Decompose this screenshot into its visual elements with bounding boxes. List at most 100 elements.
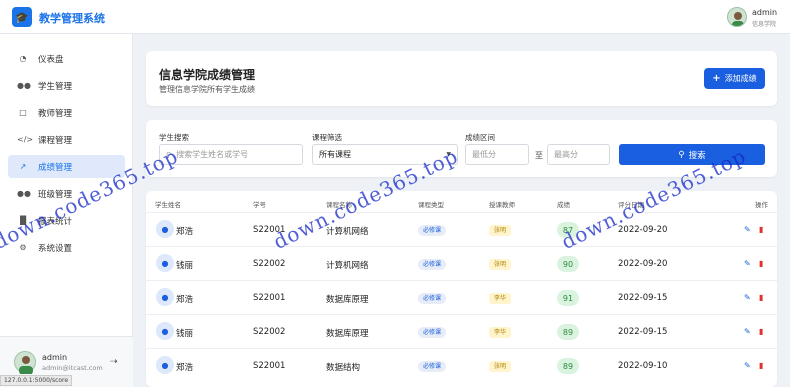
footer-user-name: admin	[42, 353, 68, 362]
course-name: 数据库原理	[326, 295, 369, 305]
course-type-badge: 必修课	[418, 361, 447, 372]
trash-icon[interactable]: ▮	[759, 293, 763, 302]
edit-icon[interactable]: ✎	[744, 259, 751, 268]
table-row: ● 郑浩 S22001 数据结构 必修课 张明 89 2022-09-10 ✎ …	[146, 348, 777, 382]
score-badge: 91	[557, 290, 579, 306]
score-badge: 90	[557, 256, 579, 272]
search-button-label: 搜索	[688, 150, 706, 161]
teacher-badge: 张明	[489, 259, 512, 270]
course-select-value: 所有课程	[319, 150, 351, 159]
student-id: S22002	[253, 327, 286, 337]
edit-icon[interactable]: ✎	[744, 293, 751, 302]
sidebar-item-dashboard[interactable]: ◔ 仪表盘	[8, 47, 125, 70]
column-header: 操作	[755, 201, 768, 209]
max-score-placeholder: 最高分	[554, 150, 578, 159]
column-header: 课程类型	[418, 201, 444, 209]
add-score-button[interactable]: + 添加成绩	[704, 68, 765, 89]
sidebar-item-label: 学生管理	[38, 81, 73, 92]
sidebar-item-label: 教师管理	[38, 108, 73, 119]
column-header: 学号	[253, 201, 266, 209]
chart-line-icon: ↗	[19, 162, 27, 171]
range-label: 成绩区间	[465, 133, 495, 142]
student-name: 郑浩	[176, 295, 194, 305]
page-title: 信息学院成绩管理	[159, 68, 256, 82]
sidebar-item-label: 仪表盘	[38, 54, 64, 65]
top-bar: 🎓 教学管理系统 admin 信息学院	[0, 0, 790, 34]
student-icon: ●	[156, 220, 174, 238]
score-date: 2022-09-15	[618, 293, 668, 303]
student-id: S22001	[253, 361, 286, 371]
student-name: 钱丽	[176, 329, 194, 339]
max-score-input[interactable]: 最高分	[547, 144, 610, 165]
student-name: 郑浩	[176, 363, 194, 373]
trash-icon[interactable]: ▮	[759, 259, 763, 268]
teacher-badge: 李华	[489, 327, 512, 338]
table-row: ● 钱丽 S22002 数据库原理 必修课 李华 89 2022-09-15 ✎…	[146, 314, 777, 348]
sidebar-item-label: 系统设置	[38, 243, 73, 254]
search-label: 学生搜索	[159, 133, 189, 142]
user-department: 信息学院	[752, 21, 777, 28]
trash-icon[interactable]: ▮	[759, 327, 763, 336]
student-id: S22001	[253, 293, 286, 303]
search-placeholder: 搜索学生姓名或学号	[176, 150, 249, 159]
score-date: 2022-09-20	[618, 225, 668, 235]
student-icon: ●	[156, 322, 174, 340]
edit-icon[interactable]: ✎	[744, 361, 751, 370]
avatar	[14, 351, 36, 375]
page-header-card: 信息学院成绩管理 管理信息学院所有学生成绩 + 添加成绩	[146, 51, 777, 106]
score-badge: 89	[557, 324, 579, 340]
add-score-label: 添加成绩	[724, 74, 757, 83]
status-bar-url: 127.0.0.1:5000/score	[0, 375, 73, 386]
edit-icon[interactable]: ✎	[744, 225, 751, 234]
column-header: 学生姓名	[155, 201, 181, 209]
user-name: admin	[752, 8, 778, 17]
score-date: 2022-09-20	[618, 259, 668, 269]
graduation-cap-icon: 🎓	[12, 7, 32, 27]
code-icon: </>	[17, 135, 34, 144]
page-subtitle: 管理信息学院所有学生成绩	[159, 85, 255, 94]
student-name: 钱丽	[176, 261, 194, 271]
min-score-placeholder: 最低分	[472, 150, 496, 159]
table-row: ● 郑浩 S22001 计算机网络 必修课 张明 87 2022-09-20 ✎…	[146, 212, 777, 246]
score-badge: 89	[557, 358, 579, 374]
search-icon: ⚲	[678, 149, 685, 160]
student-icon: ●	[156, 254, 174, 272]
course-type-badge: 必修课	[418, 327, 447, 338]
filter-card: 学生搜索 ⚲ 搜索学生姓名或学号 课程筛选 所有课程 ▼ 成绩区间 最低分 至 …	[146, 120, 777, 177]
teacher-icon: □	[19, 108, 27, 117]
range-separator: 至	[535, 151, 543, 160]
sidebar-item-students[interactable]: ●● 学生管理	[8, 74, 125, 97]
student-icon: ●	[156, 356, 174, 374]
score-date: 2022-09-15	[618, 327, 668, 337]
teacher-badge: 李华	[489, 293, 512, 304]
min-score-input[interactable]: 最低分	[465, 144, 529, 165]
course-filter-label: 课程筛选	[312, 133, 342, 142]
logout-icon[interactable]: ⇢	[110, 357, 118, 367]
user-avatar[interactable]	[727, 7, 747, 27]
plus-icon: +	[712, 73, 721, 84]
course-type-badge: 必修课	[418, 225, 447, 236]
trash-icon[interactable]: ▮	[759, 225, 763, 234]
teacher-badge: 张明	[489, 225, 512, 236]
course-type-badge: 必修课	[418, 259, 447, 270]
sidebar-item-label: 成绩管理	[38, 162, 73, 173]
student-icon: ●	[156, 288, 174, 306]
course-name: 数据库原理	[326, 329, 369, 339]
course-name: 计算机网络	[326, 261, 369, 271]
teacher-badge: 张明	[489, 361, 512, 372]
app-title: 教学管理系统	[39, 12, 105, 25]
table-row: ● 郑浩 S22001 数据库原理 必修课 李华 91 2022-09-15 ✎…	[146, 280, 777, 314]
student-id: S22002	[253, 259, 286, 269]
edit-icon[interactable]: ✎	[744, 327, 751, 336]
users-icon: ●●	[17, 81, 31, 90]
sidebar-item-label: 课程管理	[38, 135, 73, 146]
column-header: 授课教师	[489, 201, 515, 209]
trash-icon[interactable]: ▮	[759, 361, 763, 370]
student-name: 郑浩	[176, 227, 194, 237]
sidebar-item-teachers[interactable]: □ 教师管理	[8, 101, 125, 124]
group-icon: ●●	[17, 189, 31, 198]
score-date: 2022-09-10	[618, 361, 668, 371]
sidebar-item-courses[interactable]: </> 课程管理	[8, 128, 125, 151]
column-header: 成绩	[557, 201, 570, 209]
dashboard-icon: ◔	[19, 54, 27, 63]
